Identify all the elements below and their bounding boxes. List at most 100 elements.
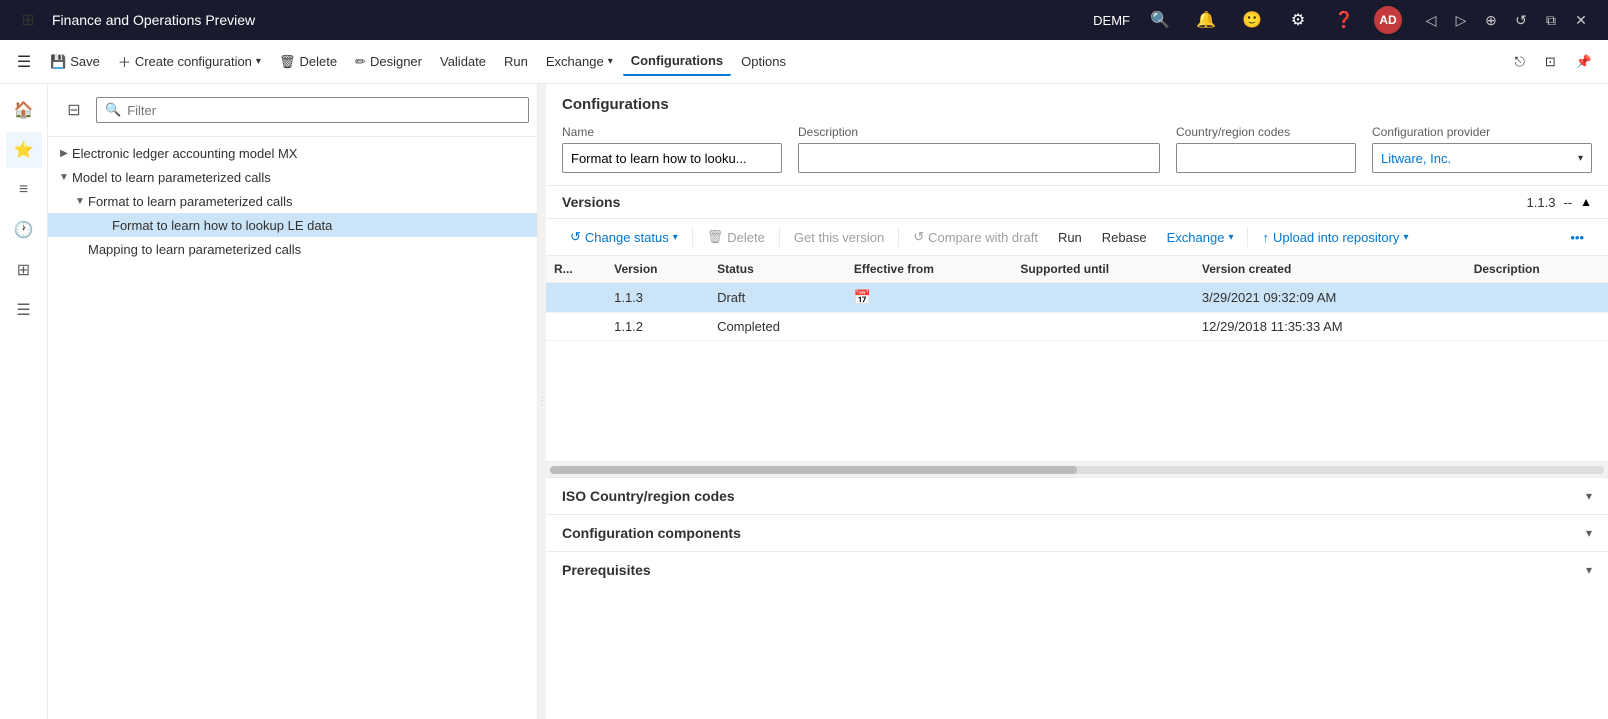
filter-icon: ⊟ <box>67 100 80 120</box>
cell-description-2 <box>1466 313 1608 341</box>
versions-run-button[interactable]: Run <box>1050 226 1090 249</box>
compare-with-draft-button[interactable]: ↺ Compare with draft <box>905 225 1046 249</box>
compare-icon: ↺ <box>913 229 924 245</box>
more-options-button[interactable]: ••• <box>1562 226 1592 249</box>
run-button[interactable]: Run <box>496 48 536 75</box>
version-number-badge: 1.1.3 <box>1527 195 1556 210</box>
delete-button[interactable]: 🗑 Delete <box>271 48 345 76</box>
star-nav-button[interactable]: ⭐ <box>6 132 42 168</box>
search-input-wrap: 🔍 <box>96 97 529 123</box>
table-header: R... Version Status Effective from Suppo… <box>546 256 1608 283</box>
versions-collapse-button[interactable]: ▲ <box>1580 195 1592 209</box>
pin-button[interactable]: 📌 <box>1568 48 1600 76</box>
filter-toggle-button[interactable]: ⊟ <box>56 92 92 128</box>
upload-icon: ↑ <box>1262 230 1269 245</box>
iso-chevron-icon: ▾ <box>1586 489 1592 503</box>
calendar-icon[interactable]: 📅 <box>854 289 871 305</box>
description-input[interactable] <box>798 143 1160 173</box>
create-configuration-button[interactable]: ＋ Create configuration ▾ <box>110 46 269 77</box>
exchange-button[interactable]: Exchange ▾ <box>538 48 621 75</box>
share-button[interactable]: ⎋ <box>1507 48 1533 76</box>
tree-item-model-learn[interactable]: ▼ Model to learn parameterized calls <box>48 165 537 189</box>
name-input[interactable] <box>562 143 782 173</box>
scrollbar-thumb[interactable] <box>550 466 1077 474</box>
table-row[interactable]: 1.1.3 Draft 📅 3/29/2021 09:32:09 AM <box>546 283 1608 313</box>
expand-icon-5 <box>72 241 88 257</box>
tree-item-electronic-ledger[interactable]: ▶ Electronic ledger accounting model MX <box>48 141 537 165</box>
tree-item-mapping-learn[interactable]: Mapping to learn parameterized calls <box>48 237 537 261</box>
components-header[interactable]: Configuration components ▾ <box>546 515 1608 551</box>
options-button[interactable]: Options <box>733 48 794 75</box>
versions-delete-button[interactable]: 🗑 Delete <box>699 225 773 249</box>
smiley-button[interactable]: 🙂 <box>1236 4 1268 36</box>
list-nav-button[interactable]: ≡ <box>6 172 42 208</box>
horizontal-scrollbar[interactable] <box>546 461 1608 477</box>
new-tab-button[interactable]: ⊕ <box>1476 5 1506 35</box>
cell-version-created-2: 12/29/2018 11:35:33 AM <box>1194 313 1466 341</box>
search-button[interactable]: 🔍 <box>1144 4 1176 36</box>
help-button[interactable]: ❓ <box>1328 4 1360 36</box>
panel-toggle-button[interactable]: ⊡ <box>1537 48 1564 76</box>
content-area: Configurations Name Description Country/… <box>546 84 1608 719</box>
country-label: Country/region codes <box>1176 125 1356 139</box>
versions-badge-area: 1.1.3 -- ▲ <box>1527 195 1592 210</box>
versions-header: Versions 1.1.3 -- ▲ <box>546 186 1608 219</box>
resize-handle[interactable]: ⋮ <box>538 84 546 719</box>
close-button[interactable]: ✕ <box>1566 5 1596 35</box>
grid-nav-button[interactable]: ⊞ <box>6 252 42 288</box>
country-input[interactable] <box>1176 143 1356 173</box>
filter-input[interactable] <box>127 103 520 118</box>
provider-select[interactable]: Litware, Inc. ▾ <box>1372 143 1592 173</box>
rebase-button[interactable]: Rebase <box>1094 226 1155 249</box>
avatar[interactable]: AD <box>1374 6 1402 34</box>
chevron-down-icon-status: ▾ <box>673 232 678 243</box>
save-button[interactable]: 💾 Save <box>42 48 108 76</box>
cell-r-2 <box>546 313 606 341</box>
settings-button[interactable]: ⚙ <box>1282 4 1314 36</box>
expand-icon-4 <box>96 217 112 233</box>
designer-button[interactable]: ✏ Designer <box>347 48 430 76</box>
versions-exchange-button[interactable]: Exchange ▾ <box>1159 226 1242 249</box>
upload-into-repository-button[interactable]: ↑ Upload into repository ▾ <box>1254 226 1416 249</box>
validate-button[interactable]: Validate <box>432 48 494 75</box>
prerequisites-section: Prerequisites ▾ <box>546 551 1608 588</box>
chevron-down-icon-upload: ▾ <box>1403 232 1408 243</box>
titlebar-right: DEMF 🔍 🔔 🙂 ⚙ ❓ AD ◁ ▷ ⊕ ↺ ⧉ ✕ <box>1093 4 1596 36</box>
content-inner: Configurations Name Description Country/… <box>546 84 1608 719</box>
toolbar-separator-3 <box>898 227 899 247</box>
col-status: Status <box>709 256 846 283</box>
tree-item-format-learn[interactable]: ▼ Format to learn parameterized calls <box>48 189 537 213</box>
scrollbar-track <box>550 466 1604 474</box>
versions-title: Versions <box>562 194 620 210</box>
table-body: 1.1.3 Draft 📅 3/29/2021 09:32:09 AM <box>546 283 1608 341</box>
notification-bell-button[interactable]: 🔔 <box>1190 4 1222 36</box>
table-row[interactable]: 1.1.2 Completed 12/29/2018 11:35:33 AM <box>546 313 1608 341</box>
toolbar-separator-4 <box>1247 227 1248 247</box>
titlebar: ⊞ Finance and Operations Preview DEMF 🔍 … <box>0 0 1608 40</box>
chevron-down-icon: ▾ <box>256 56 261 67</box>
cell-description-1 <box>1466 283 1608 313</box>
cell-status-1: Draft <box>709 283 846 313</box>
change-status-button[interactable]: ↺ Change status ▾ <box>562 225 686 249</box>
header-row: R... Version Status Effective from Suppo… <box>546 256 1608 283</box>
hamburger-menu-button[interactable]: ☰ <box>8 46 40 78</box>
delete-icon-versions: 🗑 <box>707 229 724 245</box>
grid-menu-button[interactable]: ⊞ <box>12 4 44 36</box>
clock-nav-button[interactable]: 🕐 <box>6 212 42 248</box>
home-nav-button[interactable]: 🏠 <box>6 92 42 128</box>
expand-window-button[interactable]: ▷ <box>1446 5 1476 35</box>
version-separator: -- <box>1563 195 1572 210</box>
configurations-section-title: Configurations <box>546 84 1608 117</box>
iso-header[interactable]: ISO Country/region codes ▾ <box>546 478 1608 514</box>
expand-icon-1: ▶ <box>56 145 72 161</box>
configurations-tab-button[interactable]: Configurations <box>623 47 731 76</box>
menu-nav-button[interactable]: ☰ <box>6 292 42 328</box>
prerequisites-header[interactable]: Prerequisites ▾ <box>546 552 1608 588</box>
tree-item-format-lookup[interactable]: Format to learn how to lookup LE data <box>48 213 537 237</box>
get-this-version-button[interactable]: Get this version <box>786 226 892 249</box>
prev-window-button[interactable]: ◁ <box>1416 5 1446 35</box>
restore-button[interactable]: ⧉ <box>1536 5 1566 35</box>
share-icon: ⎋ <box>1515 54 1525 70</box>
tree-content: ▶ Electronic ledger accounting model MX … <box>48 137 537 719</box>
refresh-button[interactable]: ↺ <box>1506 5 1536 35</box>
